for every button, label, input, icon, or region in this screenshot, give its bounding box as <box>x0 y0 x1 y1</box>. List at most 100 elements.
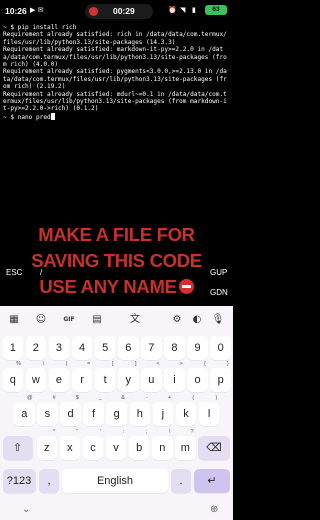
key-4[interactable]: 4 <box>71 336 93 360</box>
key-c[interactable]: c ' <box>82 429 104 460</box>
key-g-alt-char: & <box>121 395 125 401</box>
key-p[interactable]: p} <box>210 361 231 392</box>
caption-line-1: MAKE A FILE FOR <box>38 224 195 245</box>
key-1-label: 1 <box>9 342 16 354</box>
key-3-label: 3 <box>55 342 62 354</box>
palette-icon[interactable]: ◐ <box>190 314 204 326</box>
shift-key[interactable]: ⇧ <box>2 436 33 460</box>
key-f-alt-char: _ <box>98 395 102 401</box>
key-g[interactable]: g & <box>106 395 127 426</box>
esc-key[interactable]: ESC <box>6 268 22 277</box>
emoji-icon[interactable]: ☺ <box>34 314 48 326</box>
apps-icon[interactable]: ▦ <box>7 314 21 326</box>
key-x[interactable]: x " <box>59 429 81 460</box>
key-u-label: u <box>148 374 155 386</box>
key-j[interactable]: j + <box>152 395 174 426</box>
key-h[interactable]: h- <box>129 395 151 426</box>
key-i[interactable]: i > <box>164 361 185 392</box>
comma-key-label: , <box>47 475 51 487</box>
key-e-label: e <box>55 374 62 386</box>
keyboard-hide-icon[interactable]: ⌄ <box>22 504 30 515</box>
key-t[interactable]: t[ <box>94 361 116 392</box>
enter-key[interactable]: ↵ <box>194 469 230 493</box>
comma-key[interactable]: , <box>39 469 59 493</box>
nav-bar: ⌄ ⊕ <box>0 502 233 520</box>
space-key[interactable]: English <box>62 469 168 493</box>
pgdn-key[interactable]: GDN <box>210 288 228 297</box>
key-n-label: n <box>159 442 166 454</box>
key-f[interactable]: f _ <box>83 395 104 426</box>
key-s[interactable]: s # <box>37 395 58 426</box>
period-key[interactable]: . <box>171 469 191 493</box>
battery-indicator: 63 <box>205 5 227 15</box>
key-5[interactable]: 5 <box>94 336 116 360</box>
key-k[interactable]: k( <box>175 395 197 426</box>
key-l[interactable]: l) <box>198 395 220 426</box>
key-r-label: r <box>80 374 84 386</box>
key-5-label: 5 <box>102 342 109 354</box>
key-y-label: y <box>125 374 132 386</box>
key-n-alt-char: ! <box>168 429 171 435</box>
key-k-label: k <box>183 408 189 420</box>
key-7[interactable]: 7 <box>141 336 162 360</box>
key-z[interactable]: z * <box>36 429 57 460</box>
backspace-key-label: ⌫ <box>206 442 222 454</box>
key-u-alt-char: < <box>156 361 160 367</box>
termux-extra-keys: ESC / GUP GDN <box>0 262 233 302</box>
key-w-label: w <box>31 374 40 386</box>
translate-icon[interactable]: 文 <box>128 314 142 326</box>
key-8[interactable]: 8 <box>164 336 185 360</box>
key-m[interactable]: m? <box>175 429 196 460</box>
symbols-key[interactable]: ?123 <box>2 469 36 493</box>
key-3[interactable]: 3 <box>48 336 70 360</box>
key-z-alt-char: * <box>52 429 55 435</box>
key-x-alt-char: " <box>76 429 79 435</box>
key-2[interactable]: 2 <box>25 336 47 360</box>
key-l-label: l <box>207 408 211 420</box>
key-4-label: 4 <box>78 342 86 354</box>
key-y[interactable]: y] <box>118 361 139 392</box>
key-b-alt-char: ; <box>145 429 148 435</box>
key-u[interactable]: u < <box>141 361 162 392</box>
key-6[interactable]: 6 <box>118 336 139 360</box>
key-a[interactable]: a @ <box>14 395 35 426</box>
key-1[interactable]: 1 <box>2 336 23 360</box>
status-time: 10:26 <box>5 6 27 16</box>
key-q[interactable]: q% <box>2 361 23 392</box>
record-time: 00:29 <box>113 6 135 16</box>
key-n[interactable]: n! <box>152 429 173 460</box>
key-l-alt-char: ) <box>215 395 218 401</box>
terminal-text: ~ $ pip install rich Requirement already… <box>3 24 227 121</box>
shift-key-label: ⇧ <box>12 442 23 454</box>
keyboard-toolbar: ▦ ☺ GIF ▤ 文 ⚙ ◐ 🎙 <box>0 306 233 334</box>
key-9[interactable]: 9 <box>187 336 208 360</box>
notification-icons: ▶ ✉ <box>30 6 44 14</box>
mic-icon[interactable]: 🎙 <box>211 314 225 326</box>
key-r[interactable]: r = <box>71 361 93 392</box>
screen-record-pill[interactable]: 00:29 <box>85 4 153 19</box>
key-v[interactable]: v: <box>105 429 127 460</box>
key-o-alt-char: { <box>203 361 206 367</box>
key-e[interactable]: e | <box>48 361 70 392</box>
key-o[interactable]: o{ <box>187 361 208 392</box>
key-i-alt-char: > <box>179 361 183 367</box>
key-c-label: c <box>90 442 96 454</box>
key-t-label: t <box>103 374 107 386</box>
signal-icon: ▮ <box>192 6 196 14</box>
gif-icon[interactable]: GIF <box>62 314 76 326</box>
key-0[interactable]: 0 <box>210 336 231 360</box>
key-h-label: h <box>136 408 143 420</box>
backspace-key[interactable]: ⌫ <box>198 436 230 460</box>
keyboard-switch-icon[interactable]: ⊕ <box>210 504 218 515</box>
settings-icon[interactable]: ⚙ <box>170 314 184 326</box>
key-q-alt-char: % <box>16 361 21 367</box>
slash-key[interactable]: / <box>40 268 42 277</box>
key-j-alt-char: + <box>167 395 172 401</box>
key-w-alt-char: \ <box>42 361 45 367</box>
key-w[interactable]: w \ <box>25 361 47 392</box>
key-b[interactable]: b; <box>128 429 150 460</box>
clipboard-icon[interactable]: ▤ <box>90 314 104 326</box>
pgup-key[interactable]: GUP <box>210 268 227 277</box>
key-d[interactable]: d $ <box>60 395 81 426</box>
key-2-label: 2 <box>32 342 39 354</box>
